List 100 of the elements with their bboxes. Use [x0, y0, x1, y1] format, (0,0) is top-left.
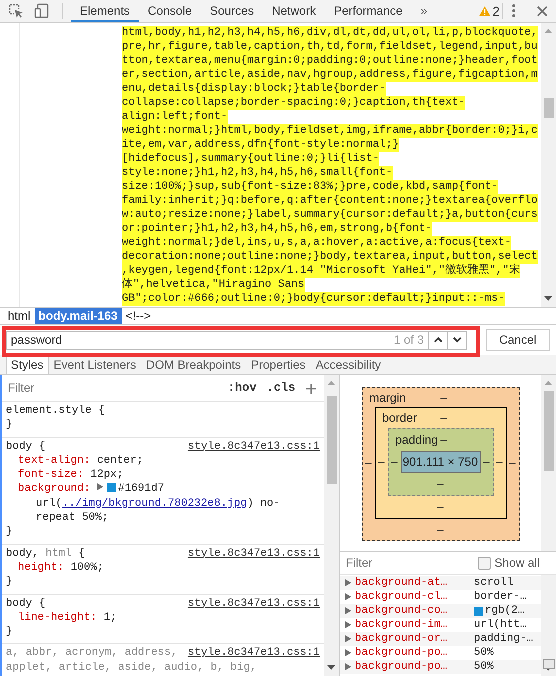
next-match-button[interactable]	[448, 330, 467, 350]
hover-state-button[interactable]: :hov	[222, 381, 262, 395]
panel-tab[interactable]: Network	[263, 0, 326, 22]
box-label: padding	[394, 433, 440, 448]
scrollbar[interactable]	[541, 575, 556, 676]
show-all-checkbox[interactable]	[478, 556, 491, 570]
breadcrumb-item[interactable]: <!-->	[122, 308, 156, 324]
source-link[interactable]: style.8c347e13.css:1	[188, 546, 320, 561]
scrollbar[interactable]	[541, 375, 556, 551]
property-value: 100%;	[70, 562, 104, 574]
panel-tab[interactable]: Sources	[201, 0, 264, 22]
property-name: height:	[18, 562, 64, 574]
box-value: –	[495, 455, 504, 470]
brace: }	[6, 575, 14, 590]
property-name: text-align:	[18, 454, 91, 467]
brace: {	[39, 598, 46, 610]
source-link[interactable]: style.8c347e13.css:1	[188, 596, 320, 611]
property-value: url(htt…	[474, 619, 527, 631]
property-value: padding-…	[474, 633, 534, 645]
filter-field[interactable]: Filter	[344, 556, 478, 570]
sidebar-tab[interactable]: Event Listeners	[48, 356, 142, 374]
url-link[interactable]: ../img/bkground.780232e8.jpg	[62, 498, 248, 510]
cancel-button[interactable]: Cancel	[486, 329, 550, 351]
previous-match-button[interactable]	[429, 330, 448, 350]
more-tabs-button[interactable]: »	[412, 0, 436, 22]
brace: {	[78, 548, 86, 560]
scroll-down-icon[interactable]	[327, 665, 336, 671]
device-icon[interactable]	[34, 3, 50, 19]
selector: element.style	[6, 405, 92, 417]
chevron-down-icon	[452, 337, 462, 343]
box-value: –	[437, 477, 444, 492]
box-value: –	[440, 390, 448, 405]
selector: address,	[124, 647, 178, 660]
box-value: –	[437, 500, 444, 514]
breadcrumb-item[interactable]: html	[4, 308, 35, 324]
brace: }	[6, 525, 14, 540]
new-rule-button[interactable]: +	[300, 378, 320, 398]
sidebar-tab[interactable]: Styles	[6, 356, 49, 374]
property-value: rgb(2…	[485, 605, 525, 617]
box-label: margin	[368, 390, 408, 405]
box-value: –	[437, 522, 444, 537]
scrollbar-thumb[interactable]	[326, 396, 336, 484]
show-all-label[interactable]: Show all	[494, 556, 540, 570]
scrollbar-thumb[interactable]	[544, 98, 554, 118]
box-label: border	[382, 411, 418, 426]
selector: b,	[210, 662, 224, 674]
selector: audio,	[164, 662, 204, 674]
selector: html	[46, 548, 72, 560]
property-name: background-at…	[355, 577, 448, 589]
property-name: background-po…	[355, 647, 448, 659]
property-value: scroll	[474, 577, 514, 589]
box-value: –	[482, 455, 491, 470]
scrollbar-thumb[interactable]	[544, 391, 554, 471]
search-bar[interactable]: password 1 of 3	[6, 330, 429, 350]
sidebar-tab[interactable]: Accessibility	[310, 356, 386, 374]
property-name: background-co…	[355, 605, 448, 617]
property-value: center;	[97, 454, 144, 467]
warning-count[interactable]: 2	[478, 4, 500, 18]
property-name: background-po…	[355, 661, 448, 673]
panel-tab[interactable]: Performance	[325, 0, 412, 22]
breadcrumb-item[interactable]: body.mail-163	[34, 308, 122, 324]
scroll-down-icon[interactable]	[544, 296, 553, 302]
chevron-up-icon	[434, 337, 442, 343]
property-value: #1691d7	[118, 483, 166, 496]
more-options-icon[interactable]	[511, 4, 517, 18]
match-count: 1 of 3	[394, 333, 425, 347]
panel-tab[interactable]: Console	[139, 0, 202, 22]
filter-field[interactable]: Filter	[6, 381, 223, 395]
box-value: –	[440, 433, 448, 448]
scrollbar[interactable]	[541, 23, 556, 307]
box-value: –	[508, 456, 517, 470]
close-icon[interactable]	[537, 6, 548, 16]
property-value: 50%	[474, 661, 494, 673]
box-value: –	[364, 456, 373, 470]
property-value: border-…	[474, 591, 527, 603]
color-swatch[interactable]	[107, 483, 116, 492]
property-value: url(	[36, 498, 62, 510]
property-name: font-size:	[18, 469, 84, 482]
property-name: background-cl…	[355, 591, 448, 603]
inspect-icon[interactable]	[8, 3, 24, 19]
selector: abbr,	[26, 647, 59, 660]
content-size: 901.111 × 750	[400, 451, 480, 474]
selector: body	[6, 440, 32, 453]
selector: body,	[6, 548, 40, 560]
property-value: repeat 50%;	[36, 512, 109, 524]
selector: big,	[230, 662, 257, 674]
expand-icon[interactable]	[97, 483, 104, 492]
selector: acronym,	[65, 647, 118, 660]
property-name: background-or…	[355, 633, 448, 645]
scrollbar-thumb[interactable]	[542, 659, 554, 669]
source-link[interactable]: style.8c347e13.css:1	[188, 646, 320, 661]
sidebar-tab[interactable]: DOM Breakpoints	[141, 356, 246, 374]
sidebar-tab[interactable]: Properties	[246, 356, 311, 374]
selector: applet,	[6, 662, 52, 674]
selector: a,	[6, 647, 20, 660]
search-input[interactable]: password	[7, 333, 394, 347]
class-button[interactable]: .cls	[262, 381, 301, 395]
source-link[interactable]: style.8c347e13.css:1	[188, 440, 320, 454]
brace: }	[6, 418, 14, 433]
scrollbar[interactable]	[324, 375, 339, 676]
